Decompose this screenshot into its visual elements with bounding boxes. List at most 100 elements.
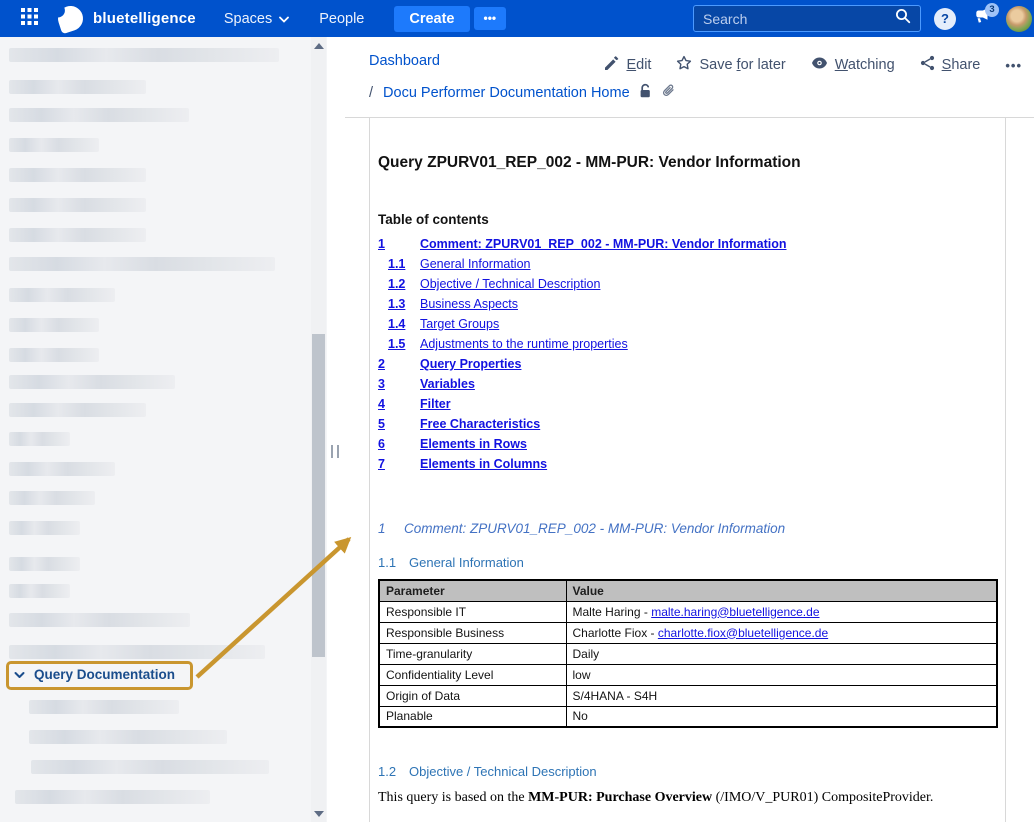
toc-num-link[interactable]: 3 (378, 377, 385, 391)
sidebar-item-redacted[interactable] (9, 521, 80, 535)
edit-label: Edit (626, 57, 651, 73)
table-row: Responsible BusinessCharlotte Fiox - cha… (379, 622, 997, 643)
main-content: Dashboard / Docu Performer Documentation… (345, 37, 1034, 822)
sidebar-item-query-documentation[interactable]: Query Documentation (14, 667, 175, 682)
confluence-app: bluetelligence Spaces People Create ••• … (0, 0, 1034, 822)
toc-entry: 1.2 Objective / Technical Description (378, 274, 997, 294)
edit-button[interactable]: Edit (604, 56, 651, 75)
help-button[interactable]: ? (934, 8, 956, 30)
scroll-up-icon[interactable] (314, 43, 324, 49)
toc-link[interactable]: Elements in Rows (420, 437, 527, 451)
toc-link[interactable]: Objective / Technical Description (420, 277, 600, 291)
question-mark-icon: ? (941, 11, 949, 26)
toc-num-link[interactable]: 4 (378, 397, 385, 411)
search-icon[interactable] (895, 8, 911, 29)
sidebar-item-redacted[interactable] (9, 613, 190, 627)
toc-num-link[interactable]: 2 (378, 357, 385, 371)
sidebar-item-redacted[interactable] (9, 375, 175, 389)
sidebar-item-redacted[interactable] (9, 48, 279, 62)
toc-entry: 1 Comment: ZPURV01_REP_002 - MM-PUR: Vend… (378, 234, 997, 254)
column-header-value: Value (566, 580, 997, 601)
toc-entry: 5 Free Characteristics (378, 414, 997, 434)
toc-num-link[interactable]: 1.4 (388, 317, 405, 331)
app-switcher-button[interactable] (16, 6, 42, 32)
watching-button[interactable]: Watching (811, 56, 895, 74)
email-link[interactable]: charlotte.fiox@bluetelligence.de (658, 626, 828, 640)
sidebar-scrollbar[interactable] (311, 37, 326, 822)
toc-entry: 1.4 Target Groups (378, 314, 997, 334)
paperclip-icon[interactable] (661, 83, 676, 103)
sidebar-item-redacted[interactable] (9, 80, 146, 94)
sidebar-item-redacted[interactable] (29, 700, 179, 714)
table-row: Confidentiality Levellow (379, 664, 997, 685)
section-1-heading: 1Comment: ZPURV01_REP_002 - MM-PUR: Vend… (378, 521, 997, 536)
toc-num-link[interactable]: 1.1 (388, 257, 405, 271)
toc-link[interactable]: Filter (420, 397, 451, 411)
toc-num-link[interactable]: 5 (378, 417, 385, 431)
toc-link[interactable]: Elements in Columns (420, 457, 547, 471)
toc-num-link[interactable]: 1 (378, 237, 385, 251)
sidebar-item-redacted[interactable] (9, 108, 189, 122)
toc-num-link[interactable]: 1.5 (388, 337, 405, 351)
sidebar-item-redacted[interactable] (15, 790, 210, 804)
sidebar-item-redacted[interactable] (9, 584, 70, 598)
sidebar-item-redacted[interactable] (9, 138, 99, 152)
toc-link[interactable]: Query Properties (420, 357, 521, 371)
sidebar-scrollbar-thumb[interactable] (312, 334, 325, 657)
brand-name: bluetelligence (93, 10, 196, 27)
page-more-actions-button[interactable]: ••• (1005, 58, 1022, 73)
toc-link[interactable]: Business Aspects (420, 297, 518, 311)
notification-count-badge: 3 (985, 3, 999, 17)
sidebar-item-redacted[interactable] (9, 348, 99, 362)
sidebar-item-redacted[interactable] (9, 168, 146, 182)
create-button[interactable]: Create (394, 6, 469, 32)
sidebar-resize-handle[interactable] (331, 445, 339, 458)
save-for-later-button[interactable]: Save for later (676, 55, 785, 75)
email-link[interactable]: malte.haring@bluetelligence.de (651, 605, 819, 619)
sidebar-item-label: Query Documentation (34, 667, 175, 682)
sidebar-item-redacted[interactable] (9, 288, 115, 302)
sidebar-item-redacted[interactable] (9, 462, 115, 476)
sidebar-item-redacted[interactable] (9, 557, 80, 571)
table-row: Responsible ITMalte Haring - malte.harin… (379, 601, 997, 622)
sidebar-item-redacted[interactable] (9, 403, 146, 417)
toc-link[interactable]: General Information (420, 257, 530, 271)
toc-link[interactable]: Variables (420, 377, 475, 391)
spaces-menu[interactable]: Spaces (224, 11, 289, 27)
toc-link[interactable]: Free Characteristics (420, 417, 540, 431)
notifications-button[interactable]: 3 (969, 7, 993, 31)
page-title-row: / Docu Performer Documentation Home (369, 83, 676, 103)
user-avatar[interactable] (1006, 6, 1032, 32)
toc-entry: 3 Variables (378, 374, 997, 394)
sidebar-item-redacted[interactable] (9, 491, 95, 505)
toc-entry: 7 Elements in Columns (378, 454, 997, 474)
sidebar-item-redacted[interactable] (9, 432, 70, 446)
share-button[interactable]: Share (920, 55, 981, 75)
toc-link[interactable]: Adjustments to the runtime properties (420, 337, 628, 351)
sidebar-item-redacted[interactable] (9, 228, 146, 242)
navbar-more-button[interactable]: ••• (474, 7, 507, 30)
bluetelligence-logo-icon (55, 3, 87, 35)
breadcrumb-current-page-link[interactable]: Docu Performer Documentation Home (383, 85, 630, 101)
toc-num-link[interactable]: 1.3 (388, 297, 405, 311)
toc-num-link[interactable]: 1.2 (388, 277, 405, 291)
sidebar-item-redacted[interactable] (31, 760, 269, 774)
sidebar-item-redacted[interactable] (9, 318, 99, 332)
scroll-down-icon[interactable] (314, 811, 324, 817)
people-menu-label: People (319, 11, 364, 27)
toc-link[interactable]: Target Groups (420, 317, 499, 331)
toc-num-link[interactable]: 7 (378, 457, 385, 471)
sidebar-gutter (327, 37, 345, 822)
toc-num-link[interactable]: 6 (378, 437, 385, 451)
search-input[interactable] (703, 11, 895, 27)
sidebar-item-redacted[interactable] (9, 257, 275, 271)
people-menu[interactable]: People (319, 11, 364, 27)
sidebar-item-redacted[interactable] (29, 730, 227, 744)
unlock-icon[interactable] (638, 83, 653, 103)
search-box[interactable] (693, 5, 921, 32)
sidebar-item-redacted[interactable] (9, 645, 265, 659)
table-of-contents: 1 Comment: ZPURV01_REP_002 - MM-PUR: Vend… (378, 234, 997, 474)
toc-link[interactable]: Comment: ZPURV01_REP_002 - MM-PUR: Vendo… (420, 237, 787, 251)
sidebar-item-redacted[interactable] (9, 198, 146, 212)
breadcrumb-dashboard-link[interactable]: Dashboard (369, 53, 440, 69)
